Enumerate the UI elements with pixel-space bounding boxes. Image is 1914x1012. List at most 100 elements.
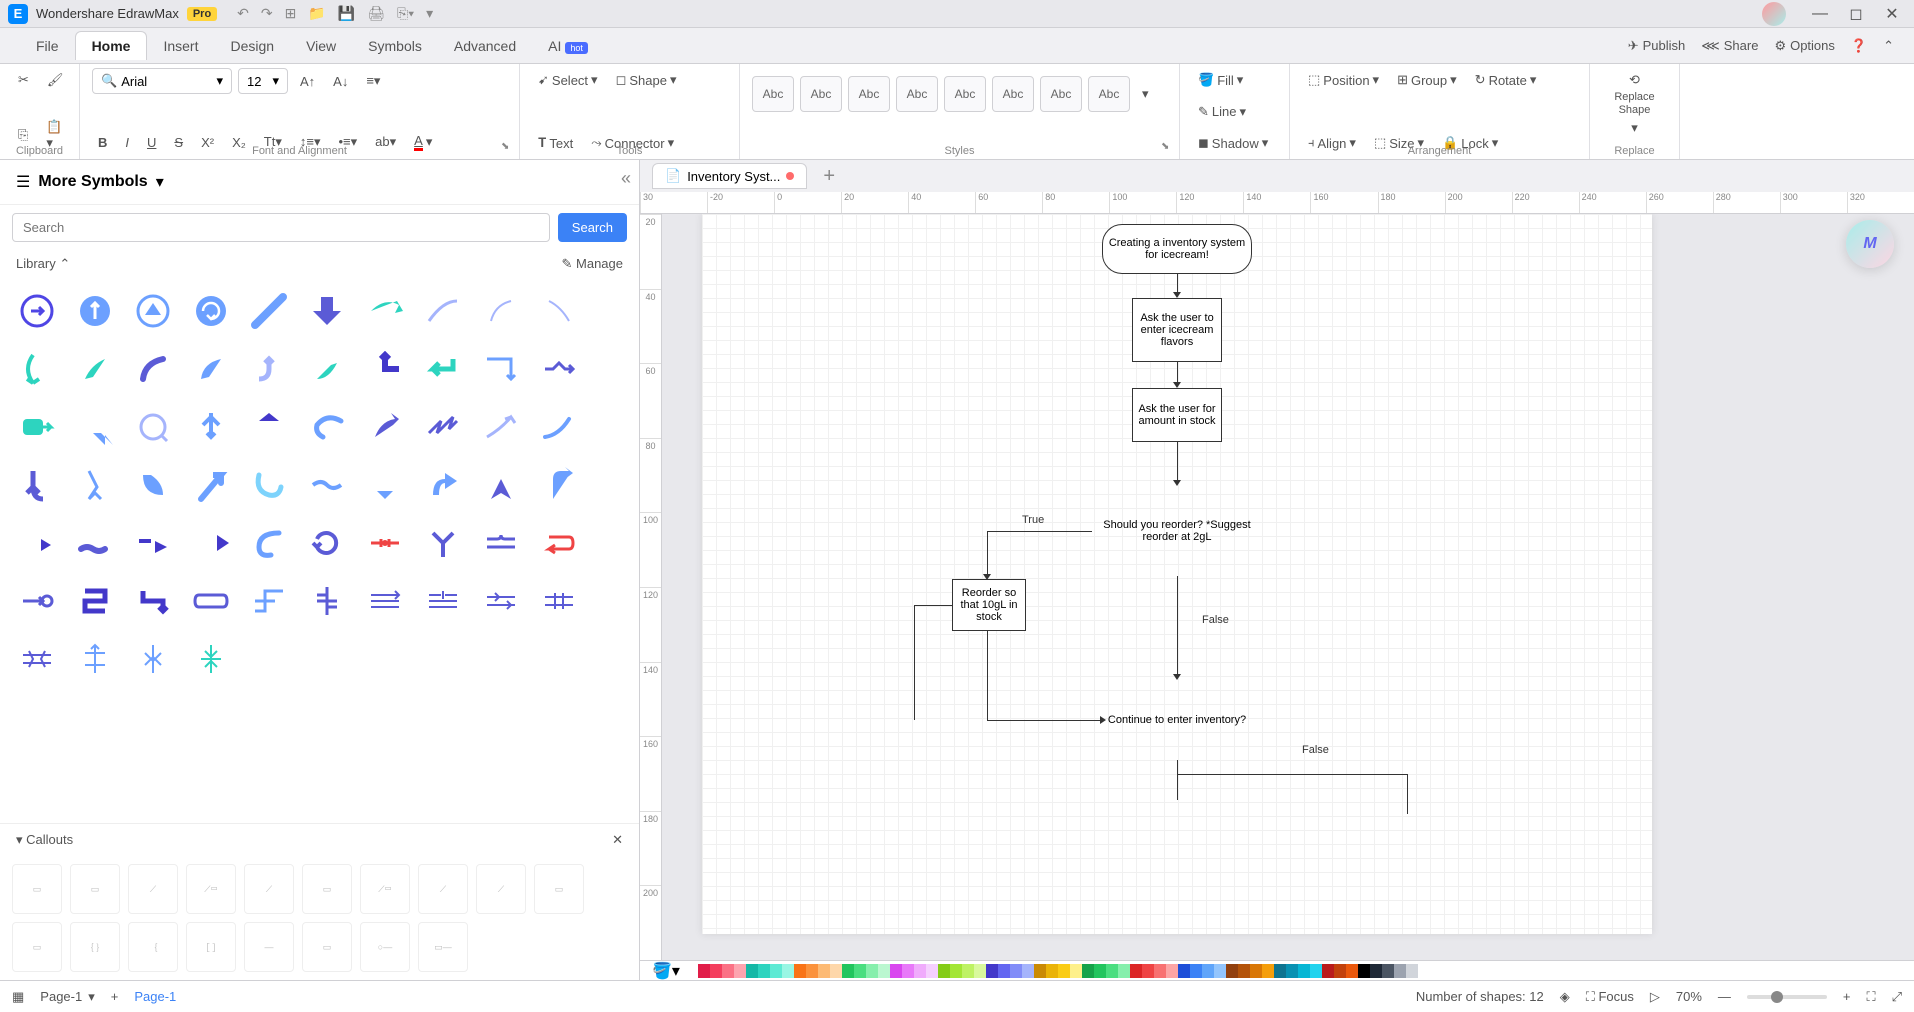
font-family-select[interactable]: 🔍 Arial ▾ [92, 68, 232, 94]
arrow-symbol[interactable] [128, 402, 178, 452]
zoom-slider[interactable] [1747, 995, 1827, 999]
arrow-symbol[interactable] [360, 344, 410, 394]
align-button[interactable]: ≡▾ [360, 69, 386, 93]
document-tab[interactable]: 📄 Inventory Syst... [652, 163, 807, 189]
color-swatch[interactable] [1214, 964, 1226, 978]
select-tool-button[interactable]: ➹ Select ▾ [532, 68, 604, 92]
flowchart-decision[interactable]: Should you reorder? *Suggest reorder at … [1092, 486, 1262, 576]
arrow-symbol[interactable] [534, 344, 584, 394]
help-button[interactable]: ❓ [1851, 38, 1867, 54]
style-swatch-2[interactable]: Abc [800, 76, 842, 112]
arrow-symbol[interactable] [534, 402, 584, 452]
arrow-symbol[interactable] [418, 344, 468, 394]
arrow-symbol[interactable] [244, 344, 294, 394]
focus-mode-button[interactable]: ⛶ Focus [1586, 989, 1634, 1005]
callout-symbol[interactable]: ⟋ [476, 864, 526, 914]
tab-design[interactable]: Design [214, 32, 290, 60]
style-swatch-7[interactable]: Abc [1040, 76, 1082, 112]
color-swatch[interactable] [854, 964, 866, 978]
arrow-symbol[interactable] [186, 518, 236, 568]
options-button[interactable]: ⚙Options [1774, 38, 1834, 54]
arrow-symbol[interactable] [302, 576, 352, 626]
color-swatch[interactable] [962, 964, 974, 978]
tab-home[interactable]: Home [75, 31, 148, 60]
callout-symbol[interactable]: ▭ [12, 922, 62, 972]
arrow-symbol[interactable] [244, 518, 294, 568]
arrow-symbol[interactable] [12, 518, 62, 568]
line-button[interactable]: ✎ Line ▾ [1192, 100, 1277, 124]
arrow-symbol[interactable] [534, 518, 584, 568]
color-swatch[interactable] [758, 964, 770, 978]
arrow-symbol[interactable] [70, 344, 120, 394]
color-swatch[interactable] [1058, 964, 1070, 978]
style-swatch-4[interactable]: Abc [896, 76, 938, 112]
arrow-symbol[interactable] [12, 460, 62, 510]
color-swatch[interactable] [1106, 964, 1118, 978]
shape-tool-button[interactable]: ◻ Shape ▾ [610, 68, 683, 92]
flowchart-process[interactable]: Ask the user to enter icecream flavors [1132, 298, 1222, 362]
open-button[interactable]: 📁 [308, 5, 325, 22]
arrow-symbol[interactable] [302, 518, 352, 568]
canvas[interactable]: Creating a inventory system for icecream… [662, 214, 1914, 960]
page-tab[interactable]: Page-1 [134, 989, 176, 1004]
color-swatch[interactable] [722, 964, 734, 978]
arrow-symbol[interactable] [302, 344, 352, 394]
color-swatch[interactable] [1070, 964, 1082, 978]
callout-symbol[interactable]: ▭ [302, 864, 352, 914]
style-swatch-1[interactable]: Abc [752, 76, 794, 112]
arrow-symbol[interactable] [360, 576, 410, 626]
tab-symbols[interactable]: Symbols [352, 32, 438, 60]
arrow-symbol[interactable] [128, 576, 178, 626]
arrow-symbol[interactable] [186, 460, 236, 510]
color-swatch[interactable] [986, 964, 998, 978]
close-button[interactable]: ✕ [1878, 4, 1906, 24]
grow-font-button[interactable]: A↑ [294, 70, 321, 93]
flowchart-terminator[interactable]: Creating a inventory system for icecream… [1102, 224, 1252, 274]
add-page-button[interactable]: + [111, 989, 119, 1004]
arrow-symbol[interactable] [360, 518, 410, 568]
arrow-symbol[interactable] [418, 460, 468, 510]
arrow-symbol[interactable] [476, 518, 526, 568]
color-swatch[interactable] [950, 964, 962, 978]
print-button[interactable]: 🖨 [367, 5, 385, 22]
library-toggle[interactable]: Library ⌃ [16, 256, 70, 272]
arrow-symbol[interactable] [360, 402, 410, 452]
save-button[interactable]: 💾 [338, 5, 355, 22]
styles-more-button[interactable]: ▾ [1136, 82, 1155, 106]
tab-advanced[interactable]: Advanced [438, 32, 532, 60]
callout-symbol[interactable]: ｛ [128, 922, 178, 972]
color-swatch[interactable] [866, 964, 878, 978]
arrow-symbol[interactable] [244, 286, 294, 336]
zoom-in-button[interactable]: + [1843, 989, 1851, 1004]
manage-button[interactable]: ✎ Manage [562, 256, 624, 272]
arrow-symbol[interactable] [128, 518, 178, 568]
color-swatch[interactable] [878, 964, 890, 978]
color-swatch[interactable] [902, 964, 914, 978]
color-swatch[interactable] [1358, 964, 1370, 978]
fit-page-button[interactable]: ⛶ [1866, 989, 1875, 1005]
arrow-symbol[interactable] [12, 344, 62, 394]
arrow-symbol[interactable] [12, 402, 62, 452]
color-swatch[interactable] [1322, 964, 1334, 978]
callout-symbol[interactable]: ⟋ [418, 864, 468, 914]
page-layout-icon[interactable]: ▦ [12, 989, 24, 1005]
arrow-symbol[interactable] [244, 460, 294, 510]
cut-button[interactable]: ✂ [12, 68, 35, 92]
color-swatch[interactable] [1394, 964, 1406, 978]
arrow-symbol[interactable] [128, 344, 178, 394]
callout-symbol[interactable]: ▭ [12, 864, 62, 914]
arrow-symbol[interactable] [12, 286, 62, 336]
color-swatch[interactable] [1346, 964, 1358, 978]
color-swatch[interactable] [746, 964, 758, 978]
group-button[interactable]: ⊞ Group▾ [1391, 68, 1463, 92]
arrow-symbol[interactable] [534, 576, 584, 626]
presentation-button[interactable]: ▷ [1650, 989, 1660, 1005]
arrow-symbol[interactable] [186, 634, 236, 684]
color-swatch[interactable] [794, 964, 806, 978]
callout-symbol[interactable]: ⟋▭ [186, 864, 236, 914]
color-swatch[interactable] [686, 964, 698, 978]
new-button[interactable]: ⊞ [285, 5, 297, 22]
arrow-symbol[interactable] [70, 286, 120, 336]
style-swatch-8[interactable]: Abc [1088, 76, 1130, 112]
color-swatch[interactable] [1202, 964, 1214, 978]
